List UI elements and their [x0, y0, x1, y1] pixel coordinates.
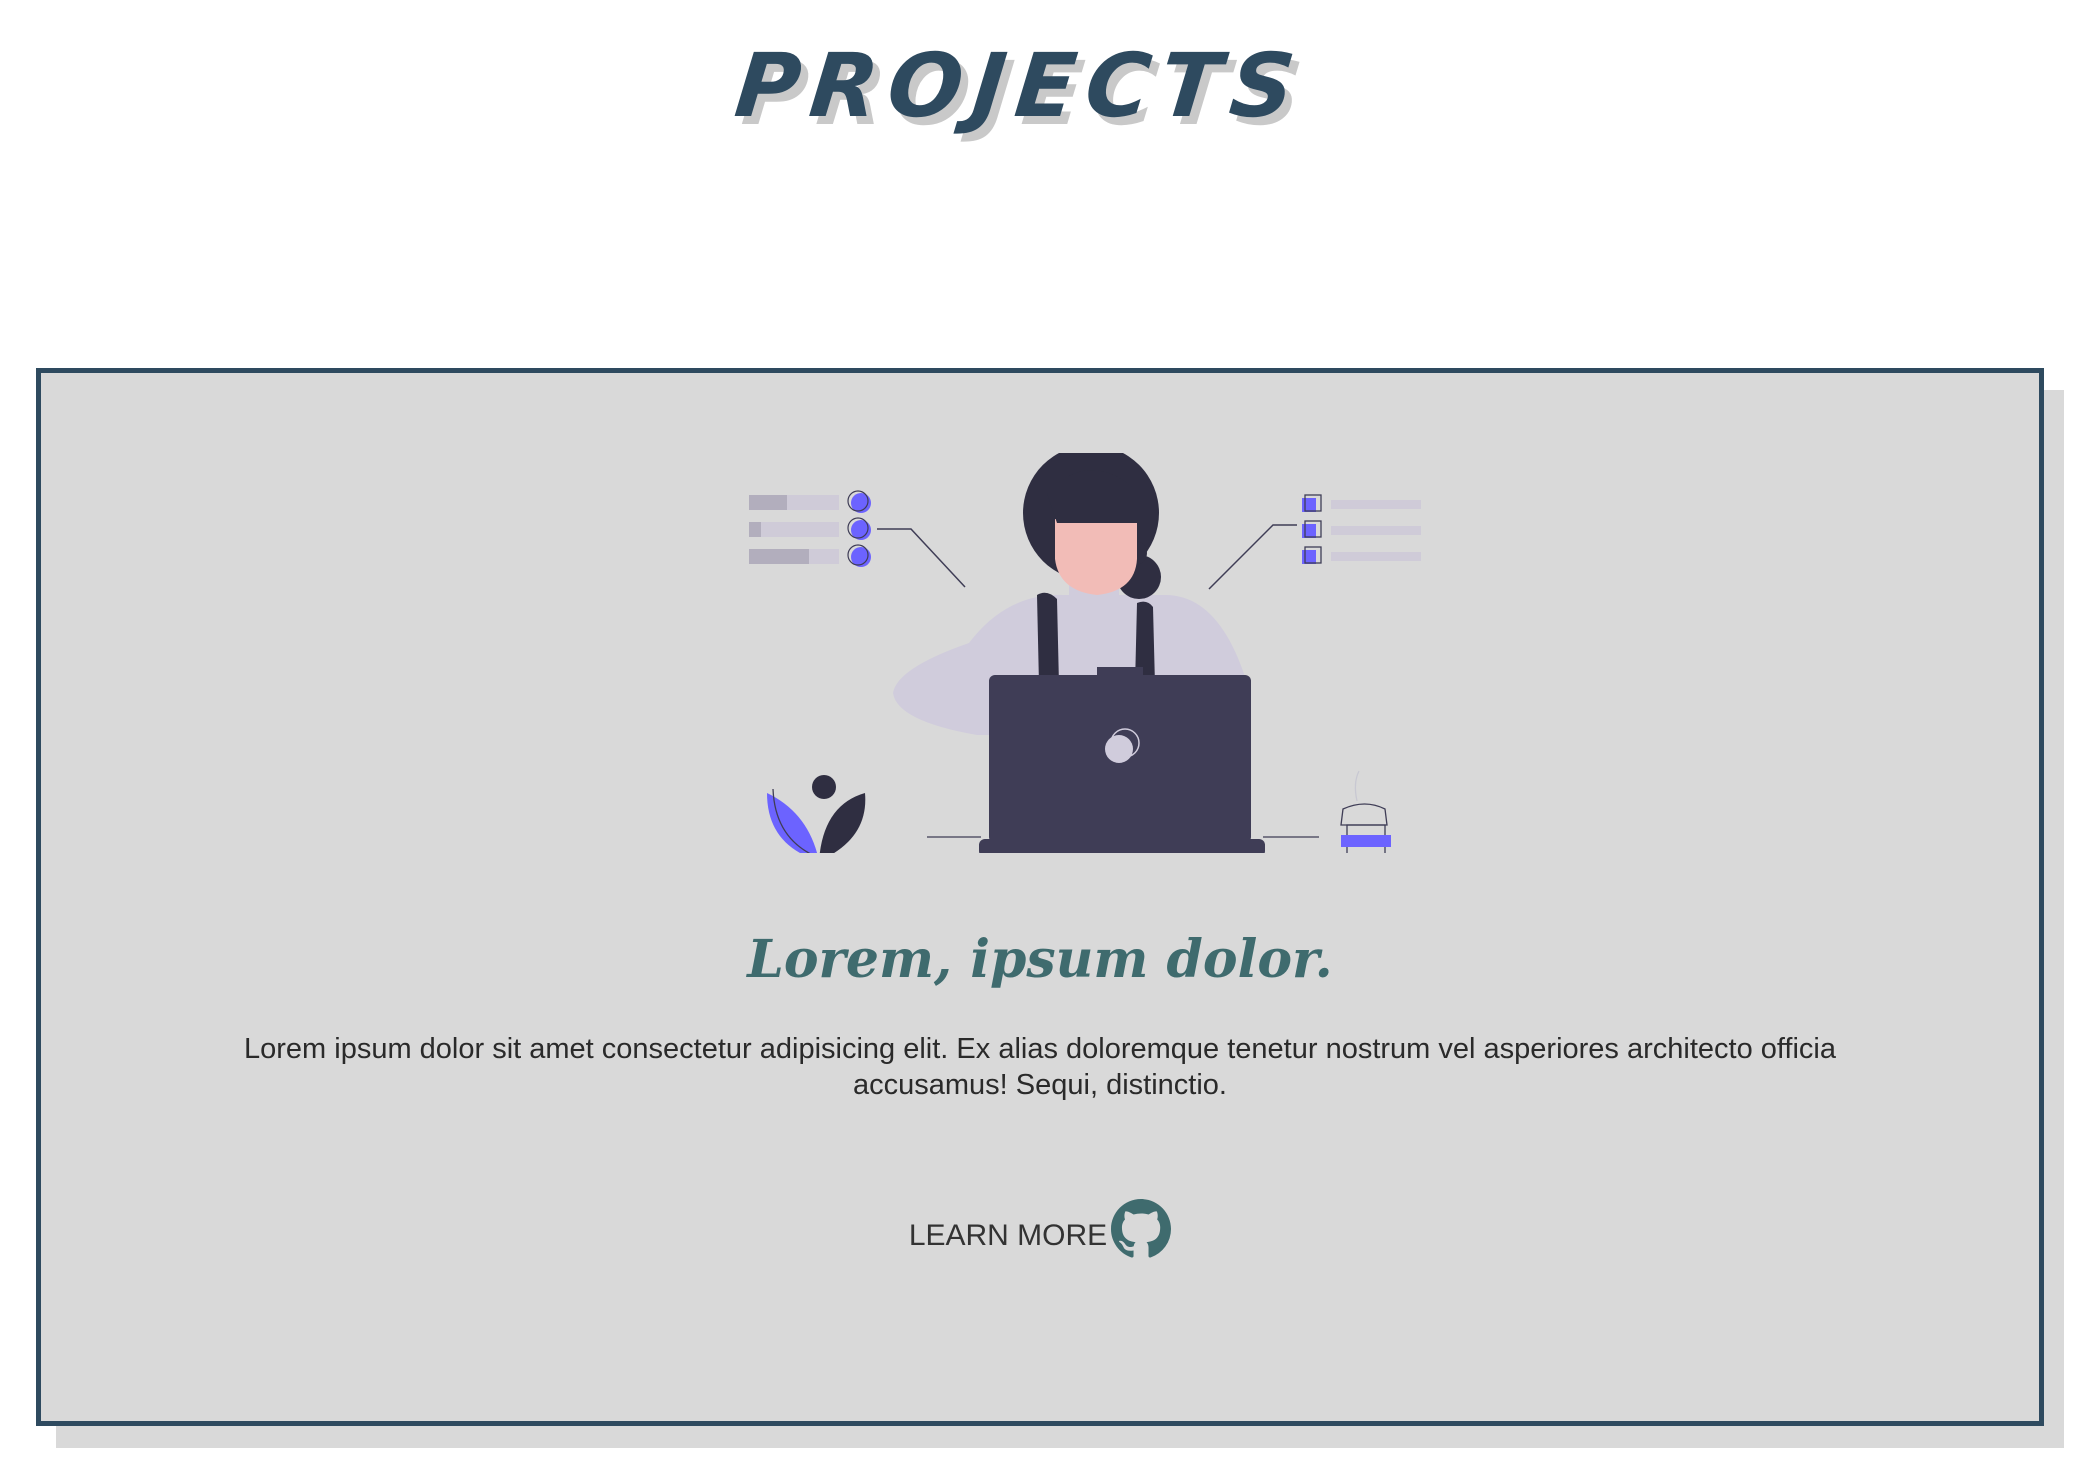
learn-more-link[interactable]: LEARN MORE: [41, 1199, 2039, 1259]
project-card: Lorem, ipsum dolor. Lorem ipsum dolor si…: [36, 368, 2044, 1426]
card-description: Lorem ipsum dolor sit amet consectetur a…: [244, 1033, 1836, 1101]
learn-more-label: LEARN MORE: [908, 1219, 1108, 1252]
section-title: PROJECTS: [730, 34, 1310, 137]
progress-list-icon: [749, 490, 966, 588]
page: PROJECTS Lorem, ipsum dolor. Lorem ipsum…: [0, 0, 2094, 1470]
woman-at-laptop-illustration: [749, 453, 1421, 853]
checklist-icon: [1208, 494, 1421, 590]
github-icon: [1111, 1199, 1172, 1258]
card-heading: Lorem, ipsum dolor.: [747, 929, 1333, 990]
plant-icon: [767, 775, 866, 853]
coffee-cup-icon: [1340, 770, 1391, 853]
person-figure: [893, 453, 1265, 853]
